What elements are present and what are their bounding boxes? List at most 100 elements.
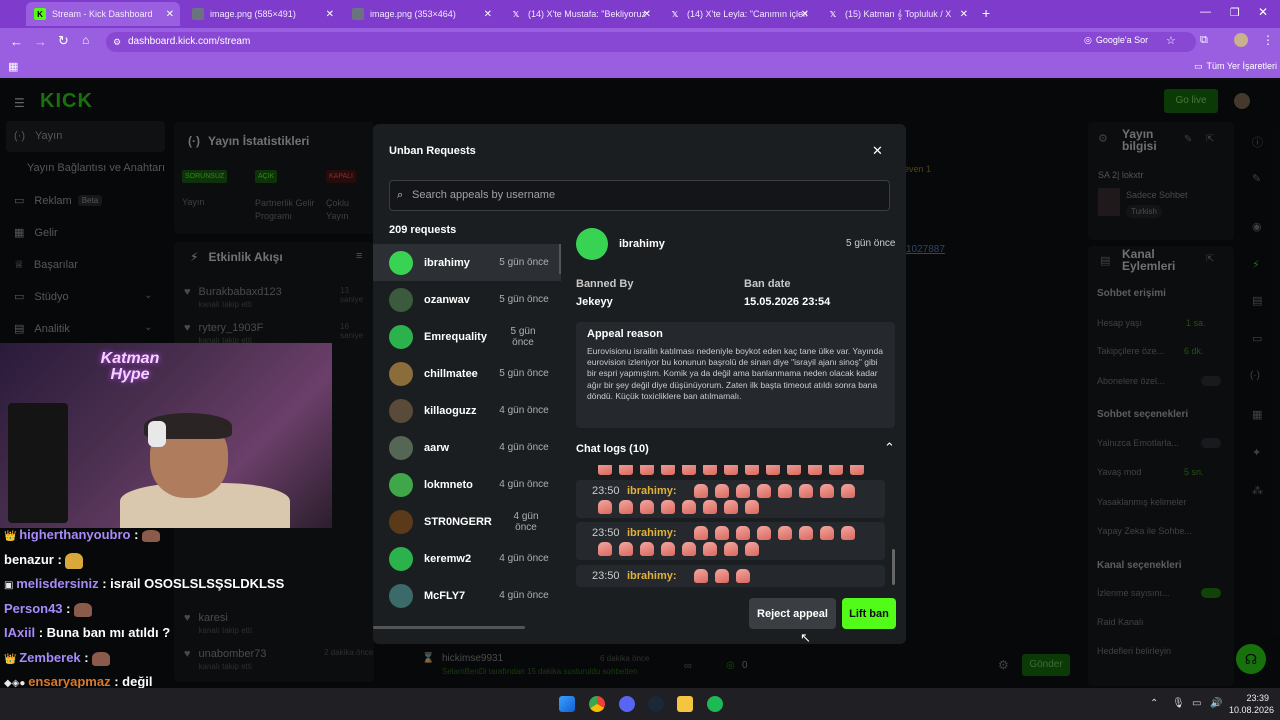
spotify-icon[interactable] [707,696,723,712]
emote-icon [661,542,675,557]
list-item[interactable]: Emrequality 5 gün önce [373,318,561,355]
back-icon[interactable]: ← [10,34,23,49]
emote-icon [841,484,855,499]
emote-icon [736,526,750,541]
tray-chevron-icon[interactable]: ⌃ [1150,698,1158,709]
request-time: 4 gün önce [499,405,549,416]
list-item[interactable]: lokmneto 4 gün önce [373,466,561,503]
list-item[interactable]: killaoguzz 4 gün önce [373,392,561,429]
reject-label: Reject appeal [757,607,828,620]
tab-x-mustafa[interactable]: 𝕏 (14) X'te Mustafa: "Bekliyoruz y ✕ [502,2,657,26]
new-tab-icon[interactable]: + [982,5,990,21]
kick-icon: K [34,8,46,20]
close-icon[interactable]: ✕ [960,9,968,20]
clock-time: 23:39 [1246,693,1269,703]
avatar [389,324,413,349]
emote-icon [724,465,738,475]
chrome-icon[interactable] [589,696,605,712]
close-icon[interactable]: ✕ [484,9,492,20]
close-icon[interactable]: ✕ [801,9,809,20]
list-item[interactable]: aarw 4 gün önce [373,429,561,466]
mic-icon[interactable]: 🎙 [1172,698,1185,709]
all-bookmarks[interactable]: ▭ Tüm Yer İşaretleri [1194,61,1277,72]
emote-icon [682,542,696,557]
tab-image-1[interactable]: image.png (585×491) ✕ [184,2,340,26]
bookmark-star-icon[interactable]: ☆ [1166,34,1176,47]
maximize-icon[interactable]: ❐ [1230,6,1240,19]
badge-icon: ▣ [4,580,17,591]
emote-icon [841,526,855,541]
request-time: 5 gün önce [510,325,536,348]
start-icon[interactable] [559,696,575,712]
lift-ban-button[interactable]: Lift ban [842,598,896,629]
extensions-icon[interactable]: ⧉ [1200,34,1208,47]
avatar [389,250,413,275]
emote-icon [745,542,759,557]
chat-log-row: 23:50 ibrahimy: [576,480,885,518]
close-icon[interactable]: ✕ [872,143,883,159]
detail-avatar [576,228,608,260]
chat-user: Person43 [4,601,63,616]
menu-kebab-icon[interactable]: ⋮ [1262,33,1274,47]
banned-by-value: Jekeyy [576,296,613,308]
emote-list [598,569,880,585]
request-time: 5 gün önce [499,257,549,268]
emote-icon [619,500,633,515]
minimize-icon[interactable]: — [1200,6,1211,18]
chat-log-scrollbar[interactable] [892,549,895,585]
close-icon[interactable]: ✕ [166,9,174,20]
overlay-chat-line: Person43 : [4,601,93,617]
list-item[interactable]: McFLY7 4 gün önce [373,577,561,614]
emote-icon [640,465,654,475]
steam-icon[interactable] [648,696,664,712]
list-item[interactable]: ozanwav 5 gün önce [373,281,561,318]
search-input[interactable]: ⌕ Search appeals by username [389,180,890,211]
chat-user: benazur [4,552,54,567]
profile-avatar[interactable] [1234,33,1248,47]
volume-icon[interactable]: 🔊 [1210,698,1222,709]
emote-icon [142,529,161,542]
reload-icon[interactable]: ↻ [58,33,69,49]
avatar [389,583,413,608]
list-item[interactable]: keremw2 4 gün önce [373,540,561,577]
tab-x-leyla[interactable]: 𝕏 (14) X'te Leyla: "Canımın içleri ( ✕ [661,2,815,26]
tab-kick-dashboard[interactable]: K Stream - Kick Dashboard ✕ [26,2,180,26]
apps-grid-icon[interactable]: ▦ [8,60,18,73]
chat-logs-label: Chat logs (10) [576,443,649,455]
window-close-icon[interactable]: ✕ [1258,5,1268,19]
chevron-up-icon[interactable]: ⌃ [884,440,895,456]
file-explorer-icon[interactable] [677,696,693,712]
close-icon[interactable]: ✕ [326,9,334,20]
emote-icon [820,484,834,499]
microphone-arm [8,403,68,523]
reject-appeal-button[interactable]: Reject appeal [749,598,836,629]
list-item[interactable]: chillmatee 5 gün önce [373,355,561,392]
appeal-box: Appeal reason Eurovisionu israilin katıl… [576,322,895,428]
emote-icon [682,500,696,515]
emote-icon [703,500,717,515]
forward-icon[interactable]: → [34,34,47,49]
close-icon[interactable]: ✕ [643,9,651,20]
ban-date-value: 15.05.2026 23:54 [744,296,831,308]
url-field[interactable]: ⚙ dashboard.kick.com/stream [106,32,1196,52]
google-ask-button[interactable]: ◎ Google'a Sor [1084,35,1148,46]
emote-icon [715,484,729,499]
list-item[interactable]: ibrahimy 5 gün önce [373,244,561,281]
all-bookmarks-label: Tüm Yer İşaretleri [1206,61,1278,71]
site-info-icon[interactable]: ⚙ [113,32,121,52]
tab-x-katman[interactable]: 𝕏 (15) Katman 𝄞 Topluluk / X ✕ [819,2,974,26]
lift-label: Lift ban [849,607,889,620]
request-user: aarw [424,441,450,454]
appeal-text: Eurovisionu israilin katılması nedeniyle… [587,346,883,401]
list-scrollbar[interactable] [559,244,561,274]
emote-icon [640,542,654,557]
monitor-icon[interactable]: ▭ [1192,698,1201,709]
list-item[interactable]: STR0NGERR 4 gün önce [373,503,561,540]
discord-icon[interactable] [619,696,635,712]
tab-image-2[interactable]: image.png (353×464) ✕ [344,2,498,26]
clock[interactable]: 23:39 10.08.2026 [1229,692,1274,716]
horizontal-scrollbar[interactable] [373,626,525,629]
emote-row [598,465,885,475]
request-user: chillmatee [424,367,478,380]
home-icon[interactable]: ⌂ [82,33,89,47]
